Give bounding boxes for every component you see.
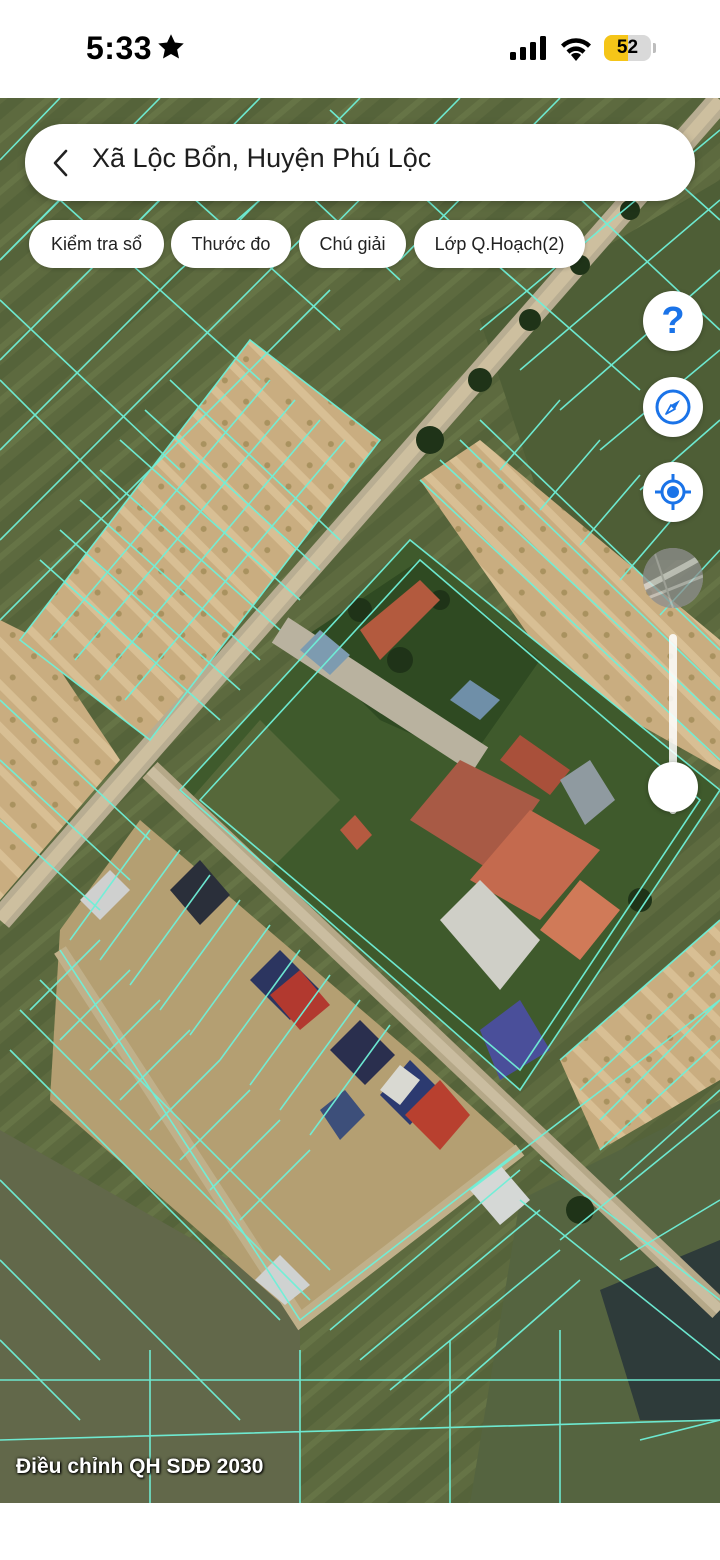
planning-layer-label: Điều chỉnh QH SDĐ 2030: [16, 1455, 264, 1478]
satellite-map[interactable]: [0, 98, 720, 1503]
my-location-button[interactable]: [643, 462, 703, 522]
planning-layer-button[interactable]: Lớp Q.Hoạch(2): [414, 220, 585, 268]
check-title-deed-button[interactable]: Kiểm tra sổ: [29, 220, 164, 268]
star-icon: [158, 34, 184, 59]
back-arrow-icon[interactable]: [50, 149, 72, 177]
status-time: 5:33: [86, 30, 153, 66]
map-layer-toggle[interactable]: [643, 548, 703, 608]
status-bar: 5:33 52: [0, 0, 720, 98]
battery-indicator: 52: [604, 35, 656, 61]
zoom-slider-handle[interactable]: [648, 762, 698, 812]
battery-percent: 52: [616, 37, 639, 58]
road-map-thumbnail-icon: [643, 548, 703, 608]
location-title[interactable]: Xã Lộc Bổn, Huyện Phú Lộc: [92, 143, 431, 174]
legend-button[interactable]: Chú giải: [299, 220, 406, 268]
cellular-signal-icon: [510, 36, 546, 60]
help-button[interactable]: ?: [643, 291, 703, 351]
compass-button[interactable]: [643, 377, 703, 437]
measure-ruler-button[interactable]: Thước đo: [171, 220, 291, 268]
crosshair-location-icon: [655, 474, 691, 510]
wifi-icon: [561, 38, 591, 61]
question-mark-icon: ?: [661, 300, 685, 342]
bottom-safe-area: [0, 1503, 720, 1560]
compass-icon: [655, 389, 691, 425]
